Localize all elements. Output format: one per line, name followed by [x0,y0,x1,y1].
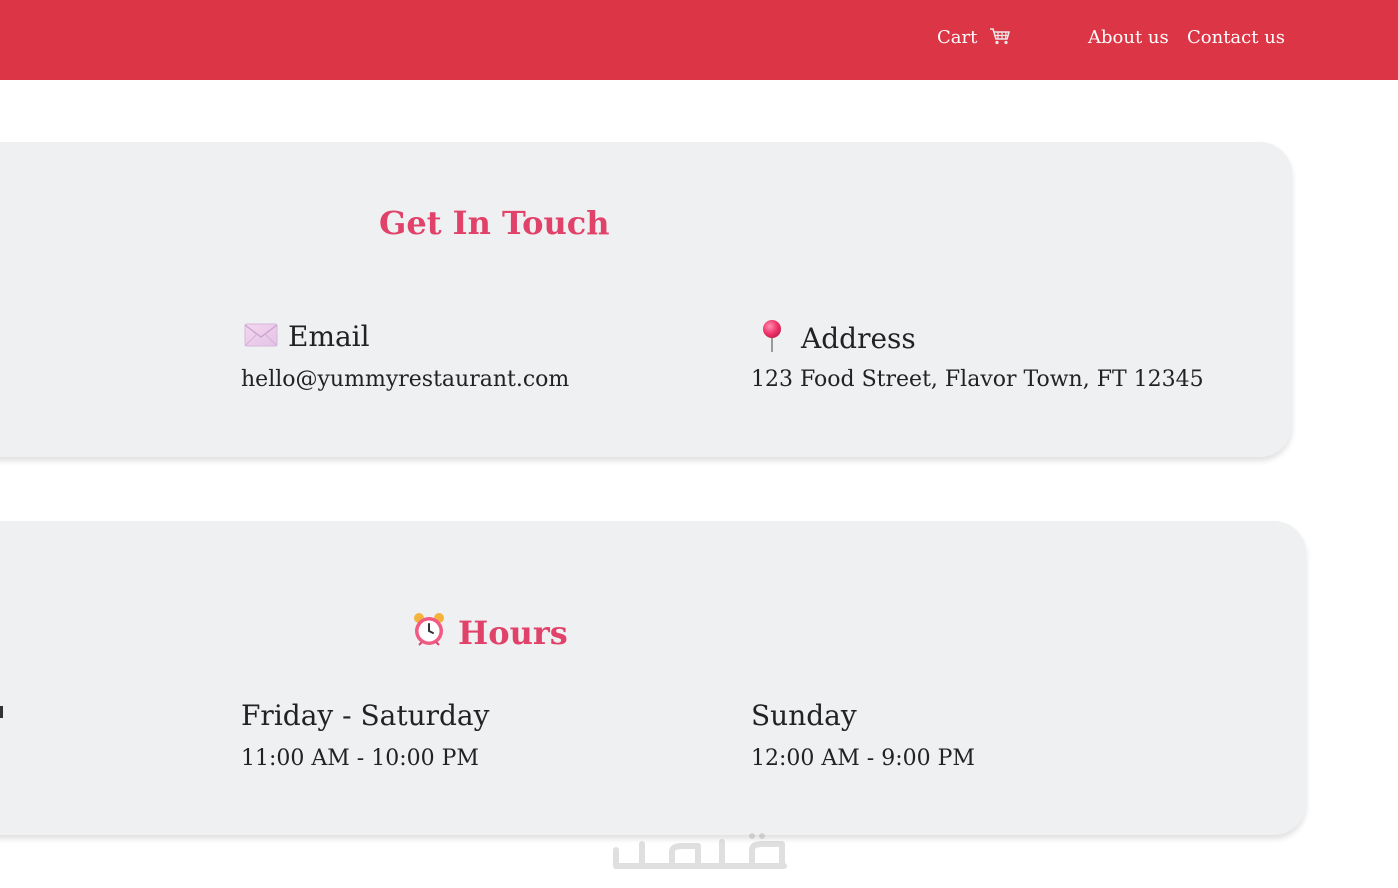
nav-cart-label: Cart [937,27,978,48]
hours-days-2: Sunday [751,699,857,732]
hours-title-label: Hours [458,614,568,652]
hours-time-2: 12:00 AM - 9:00 PM [751,746,975,771]
nav-cart-link[interactable]: Cart [937,26,1011,52]
alarm-clock-icon [412,612,446,657]
email-value[interactable]: hello@yummyrestaurant.com [241,365,569,395]
hours-time-1: 11:00 AM - 10:00 PM [241,746,479,771]
hours-card [0,521,1306,835]
left-edge-fragment [0,706,3,718]
contact-title: Get In Touch [379,204,610,242]
pin-icon [759,319,787,362]
navbar: Cart About us Contact us [0,0,1398,80]
nav-contact-link[interactable]: Contact us [1187,26,1285,50]
email-heading: Email [244,319,370,357]
contact-card [0,142,1292,457]
cart-icon [989,27,1011,52]
hours-title: Hours [412,612,568,657]
watermark-logo [612,828,788,878]
address-value: 123 Food Street, Flavor Town, FT 12345 [751,367,1204,392]
address-label: Address [801,322,916,355]
envelope-icon [244,321,278,357]
hours-days-1: Friday - Saturday [241,699,490,732]
address-heading: Address [759,319,916,362]
email-label: Email [288,320,370,353]
nav-about-link[interactable]: About us [1088,26,1169,50]
